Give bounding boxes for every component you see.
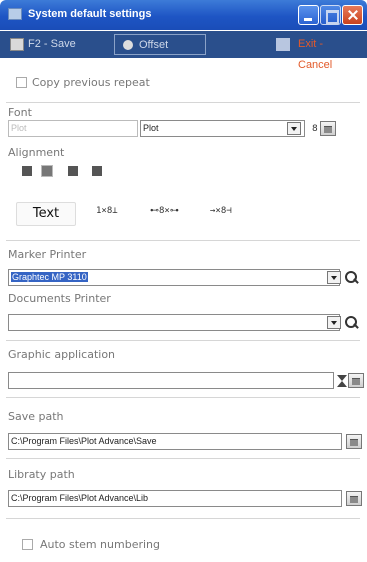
minimize-button[interactable] [298, 5, 319, 25]
library-path-browse-icon[interactable] [346, 491, 362, 506]
divider [6, 102, 360, 103]
align-justify-icon[interactable] [92, 166, 102, 176]
documents-printer-search-icon[interactable] [345, 316, 359, 330]
font-label: Font [8, 106, 32, 119]
font-picker-icon[interactable] [320, 121, 336, 136]
title-bar[interactable]: System default settings [0, 0, 367, 30]
offset-button-label: Offset [139, 39, 169, 51]
align-center-icon[interactable] [41, 165, 53, 177]
graphic-application-label: Graphic application [8, 348, 116, 361]
maximize-button[interactable] [320, 5, 341, 25]
copy-previous-repeat-checkbox[interactable] [16, 77, 27, 88]
alignment-label: Alignment [8, 146, 65, 159]
marker-printer-label: Marker Printer [8, 248, 87, 261]
save-path-label: Save path [8, 410, 64, 423]
graphic-application-field[interactable] [8, 372, 334, 389]
exit-icon [276, 38, 290, 51]
hourglass-icon[interactable] [337, 375, 347, 387]
align-left-icon[interactable] [22, 166, 32, 176]
font-family-dropdown-arrow[interactable] [287, 122, 301, 135]
align-right-icon[interactable] [68, 166, 78, 176]
divider [6, 518, 360, 519]
auto-stem-numbering-label: Auto stem numbering [40, 538, 161, 551]
auto-stem-numbering-checkbox[interactable] [22, 539, 33, 550]
font-size-value[interactable]: 8 [312, 124, 318, 134]
marker-printer-value: Graphtec MP 3110 [11, 272, 88, 282]
position-middle-option[interactable]: ⊷8×⊶ [150, 206, 179, 216]
exit-button-label: Exit - Cancel [298, 38, 333, 71]
divider [6, 458, 360, 459]
position-above-option[interactable]: 1×8⊥ [96, 206, 118, 216]
copy-previous-repeat-label: Copy previous repeat [32, 76, 150, 89]
graphic-application-browse-icon[interactable] [348, 373, 364, 388]
marker-printer-dropdown-arrow[interactable] [327, 271, 341, 284]
app-icon [8, 8, 22, 20]
divider [6, 397, 360, 398]
settings-window: System default settings F2 - Save Offset… [0, 0, 367, 562]
position-right-option[interactable]: →×8⊣ [210, 206, 232, 216]
save-icon [10, 38, 24, 51]
offset-icon [123, 40, 133, 50]
save-button-label: F2 - Save [28, 38, 76, 50]
window-title: System default settings [28, 8, 152, 20]
save-path-field[interactable]: C:\Program Files\Plot Advance\Save [8, 433, 342, 450]
divider [6, 240, 360, 241]
library-path-field[interactable]: C:\Program Files\Plot Advance\Lib [8, 490, 342, 507]
exit-button[interactable]: Exit - Cancel [272, 34, 360, 71]
toolbar: F2 - Save Offset Exit - Cancel [0, 31, 367, 71]
font-family-select[interactable]: Plot [140, 120, 305, 137]
save-path-browse-icon[interactable] [346, 434, 362, 449]
marker-printer-search-icon[interactable] [345, 271, 359, 285]
documents-printer-select[interactable] [8, 314, 340, 331]
divider [6, 340, 360, 341]
documents-printer-dropdown-arrow[interactable] [327, 316, 341, 329]
library-path-label: Libraty path [8, 468, 75, 481]
text-position-button[interactable]: Text [16, 202, 76, 226]
offset-button[interactable]: Offset [114, 34, 206, 55]
font-name-field[interactable]: Plot [8, 120, 138, 137]
save-button[interactable]: F2 - Save [6, 34, 106, 55]
marker-printer-select[interactable]: Graphtec MP 3110 [8, 269, 340, 286]
text-position-label: Text [32, 206, 60, 221]
documents-printer-label: Documents Printer [8, 292, 111, 305]
close-button[interactable] [342, 5, 363, 25]
